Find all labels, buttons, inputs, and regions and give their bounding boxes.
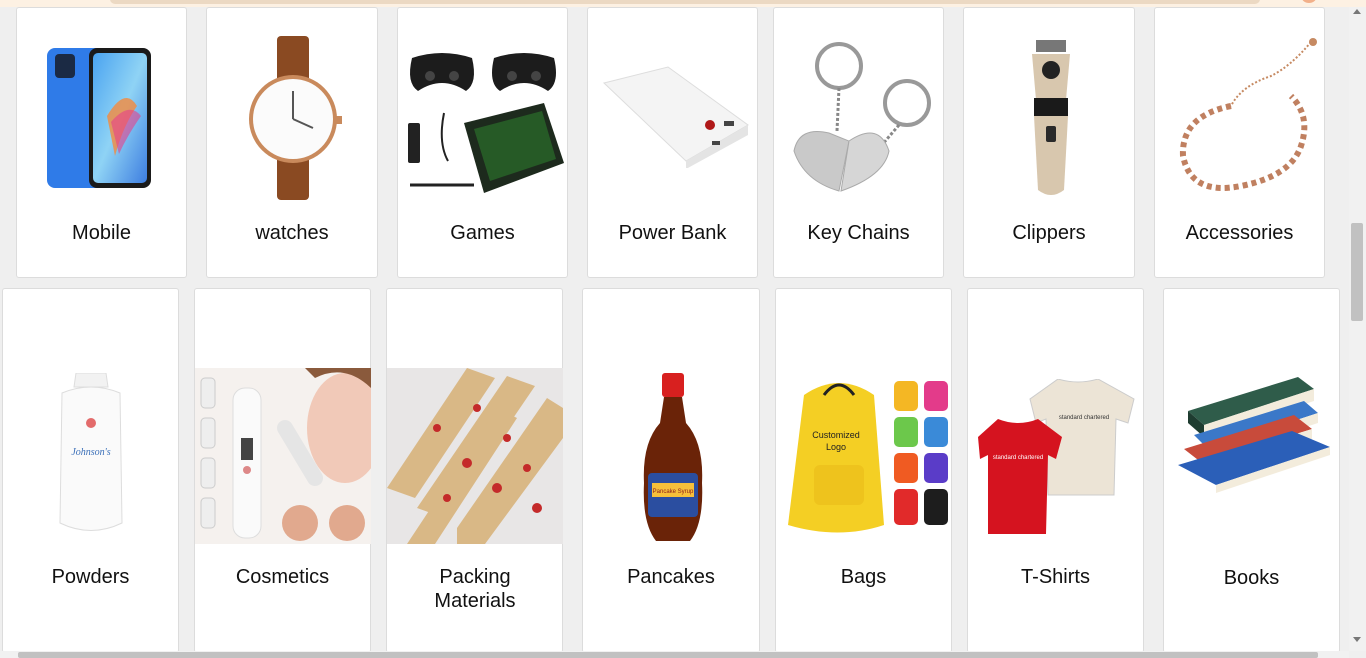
category-label: Cosmetics: [235, 566, 330, 588]
key-chains-image: [789, 41, 934, 196]
bracelet-image: [1171, 36, 1321, 201]
category-card-games[interactable]: Games: [397, 7, 568, 278]
scroll-up-arrow-icon[interactable]: [1353, 9, 1361, 14]
category-label: Pancakes: [627, 566, 715, 588]
scroll-down-arrow-icon[interactable]: [1353, 637, 1361, 642]
category-label: watches: [255, 222, 329, 244]
category-label: Mobile: [72, 222, 131, 244]
category-label: Key Chains: [807, 222, 910, 244]
svg-text:standard chartered: standard chartered: [993, 455, 1043, 461]
watch-image: [243, 36, 343, 201]
backpacks-image: Customized Logo: [784, 375, 952, 540]
address-bar-edge: [110, 0, 1260, 4]
category-card-mobile[interactable]: Mobile: [16, 7, 187, 278]
category-card-books[interactable]: Books: [1163, 288, 1340, 653]
mobile-phone-image: [45, 46, 155, 191]
horizontal-scrollbar-thumb[interactable]: [18, 652, 1318, 658]
category-card-watches[interactable]: watches: [206, 7, 378, 278]
category-card-pancakes[interactable]: Pancake Syrup Pancakes: [582, 288, 760, 653]
category-card-power-bank[interactable]: Power Bank: [587, 7, 758, 278]
powder-bottle-image: Johnson's: [56, 373, 126, 535]
category-label: Books: [1223, 567, 1280, 589]
category-card-accessories[interactable]: Accessories: [1154, 7, 1325, 278]
cosmetic-device-image: [195, 368, 371, 544]
profile-icon[interactable]: [1302, 0, 1316, 3]
category-card-t-shirts[interactable]: standard chartered standard chartered T-…: [967, 288, 1144, 653]
syrup-bottle-image: Pancake Syrup: [640, 373, 706, 545]
category-label: Packing Materials: [434, 566, 516, 612]
category-card-powders[interactable]: Johnson's Powders: [2, 288, 179, 653]
game-controllers-image: [404, 43, 564, 193]
category-label: Clippers: [1012, 222, 1086, 244]
horizontal-scrollbar[interactable]: [0, 651, 1349, 658]
bags-logo-line2: Logo: [826, 442, 846, 452]
category-label: T-Shirts: [1021, 566, 1090, 588]
category-card-cosmetics[interactable]: Cosmetics: [194, 288, 371, 653]
svg-text:Johnson's: Johnson's: [71, 447, 110, 458]
vertical-scrollbar-thumb[interactable]: [1351, 223, 1363, 321]
bags-logo-line1: Customized: [812, 430, 860, 440]
category-card-clippers[interactable]: Clippers: [963, 7, 1135, 278]
svg-text:Pancake Syrup: Pancake Syrup: [653, 489, 694, 495]
hair-clipper-image: [1026, 40, 1076, 200]
category-card-bags[interactable]: Customized Logo Bags: [775, 288, 952, 653]
vertical-scrollbar[interactable]: [1349, 7, 1366, 651]
category-label: Accessories: [1185, 222, 1294, 244]
svg-text:standard chartered: standard chartered: [1059, 415, 1109, 421]
category-label: Games: [450, 222, 515, 244]
category-label: Powders: [51, 566, 130, 588]
category-label: Power Bank: [618, 222, 727, 244]
category-card-packing-materials[interactable]: Packing Materials: [386, 288, 563, 653]
wrapping-paper-image: [387, 368, 563, 544]
browser-top-edge: [0, 0, 1366, 7]
category-card-key-chains[interactable]: Key Chains: [773, 7, 944, 278]
football-shirts-image: standard chartered standard chartered: [978, 379, 1138, 534]
category-label: Bags: [840, 566, 887, 588]
power-bank-image: [598, 63, 750, 168]
book-stack-image: [1174, 375, 1334, 495]
